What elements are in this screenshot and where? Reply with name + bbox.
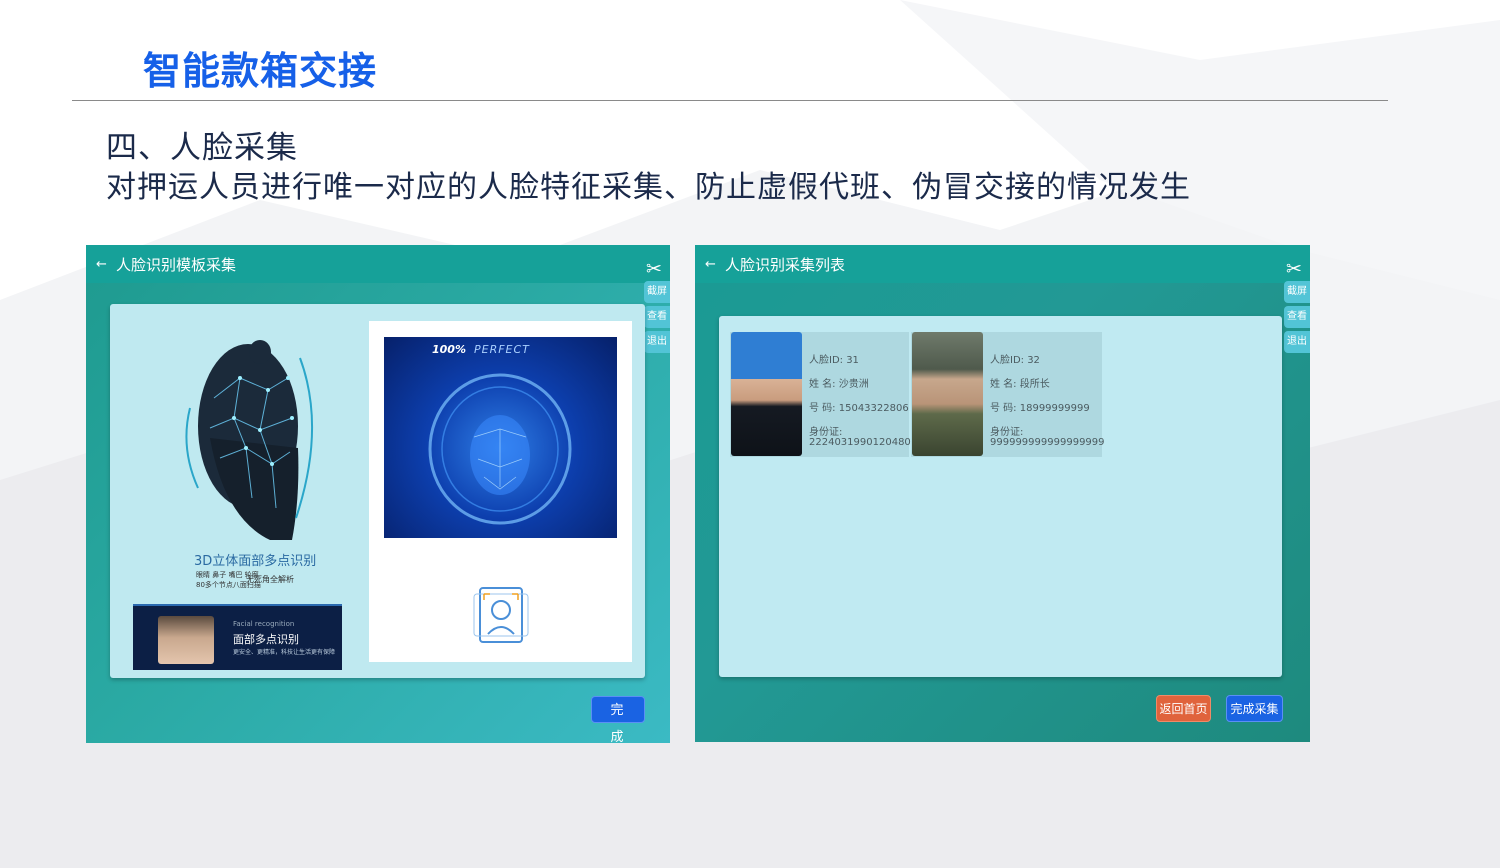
digital-head-illustration — [185, 340, 314, 540]
app-bar: ← 人脸识别采集列表 — [695, 245, 1310, 283]
view-button[interactable]: 查看 — [1284, 306, 1310, 328]
person-photo — [731, 332, 802, 456]
screen-title: 人脸识别模板采集 — [116, 255, 237, 274]
face-template-screen: ← 人脸识别模板采集 ✂ 截屏 查看 退出 3D立体面部多点识别 眼睛 鼻子 嘴… — [86, 245, 670, 743]
person-phone: 号 码: 18999999999 — [990, 403, 1090, 414]
facial-recognition-banner: Facial recognition 面部多点识别 更安全、更精准，科技让生活更… — [133, 604, 342, 670]
person-card[interactable]: 人脸ID: 32 姓 名: 段所长 号 码: 18999999999 身份证: … — [911, 332, 1105, 457]
face-id: 人脸ID: 32 — [990, 355, 1040, 366]
exit-button[interactable]: 退出 — [1284, 331, 1310, 353]
idcard-label: 身份证: — [990, 427, 1024, 438]
face-scan-icon — [473, 587, 529, 643]
slide-title: 智能款箱交接 — [143, 49, 378, 93]
face-list-screen: ← 人脸识别采集列表 ✂ 截屏 查看 退出 人脸ID: 31 姓 名: 沙贵洲 … — [695, 245, 1310, 742]
banner-subtitle: 更安全、更精准，科技让生活更有保障 — [233, 649, 336, 656]
back-arrow-icon[interactable]: ← — [705, 257, 723, 272]
person-card[interactable]: 人脸ID: 31 姓 名: 沙贵洲 号 码: 15043322806 身份证: … — [730, 332, 924, 457]
idcard-value: 222403199012048015 — [809, 437, 924, 448]
woman-face-photo — [158, 616, 214, 664]
illustration-subtext: 无死角全解析 — [246, 575, 294, 584]
face-scan-preview: 100% PERFECT — [384, 337, 617, 538]
scissors-icon[interactable]: ✂ — [644, 257, 664, 281]
person-phone: 号 码: 15043322806 — [809, 403, 909, 414]
person-name: 姓 名: 段所长 — [990, 379, 1050, 390]
capture-panel: 100% PERFECT — [369, 321, 632, 662]
scan-face-graphic — [428, 373, 572, 525]
screen-title: 人脸识别采集列表 — [725, 255, 846, 274]
back-arrow-icon[interactable]: ← — [96, 257, 114, 272]
banner-english: Facial recognition — [233, 620, 295, 628]
done-button[interactable]: 完 成 — [591, 696, 645, 743]
face-list-card: 人脸ID: 31 姓 名: 沙贵洲 号 码: 15043322806 身份证: … — [719, 316, 1282, 677]
person-photo — [912, 332, 983, 456]
banner-title: 面部多点识别 — [233, 633, 299, 646]
person-name: 姓 名: 沙贵洲 — [809, 379, 869, 390]
illustration-caption: 3D立体面部多点识别 — [194, 554, 317, 569]
idcard-label: 身份证: — [809, 427, 843, 438]
screenshot-button[interactable]: 截屏 — [1284, 281, 1310, 303]
side-button-group: 截屏 查看 退出 — [644, 281, 670, 353]
template-card: 3D立体面部多点识别 眼睛 鼻子 嘴巴 轮廓 80多个节点八面扫描 无死角全解析… — [110, 304, 645, 678]
section-description: 对押运人员进行唯一对应的人脸特征采集、防止虚假代班、伪冒交接的情况发生 — [106, 170, 1191, 205]
screenshot-button[interactable]: 截屏 — [644, 281, 670, 303]
scissors-icon[interactable]: ✂ — [1284, 257, 1304, 281]
idcard-value: 999999999999999999 — [990, 437, 1105, 448]
title-divider — [72, 100, 1388, 101]
section-heading: 四、人脸采集 — [106, 130, 298, 166]
face-id: 人脸ID: 31 — [809, 355, 859, 366]
view-button[interactable]: 查看 — [644, 306, 670, 328]
side-button-group: 截屏 查看 退出 — [1284, 281, 1310, 353]
exit-button[interactable]: 退出 — [644, 331, 670, 353]
app-bar: ← 人脸识别模板采集 — [86, 245, 670, 283]
finish-collect-button[interactable]: 完成采集 — [1226, 695, 1283, 722]
back-home-button[interactable]: 返回首页 — [1156, 695, 1211, 722]
